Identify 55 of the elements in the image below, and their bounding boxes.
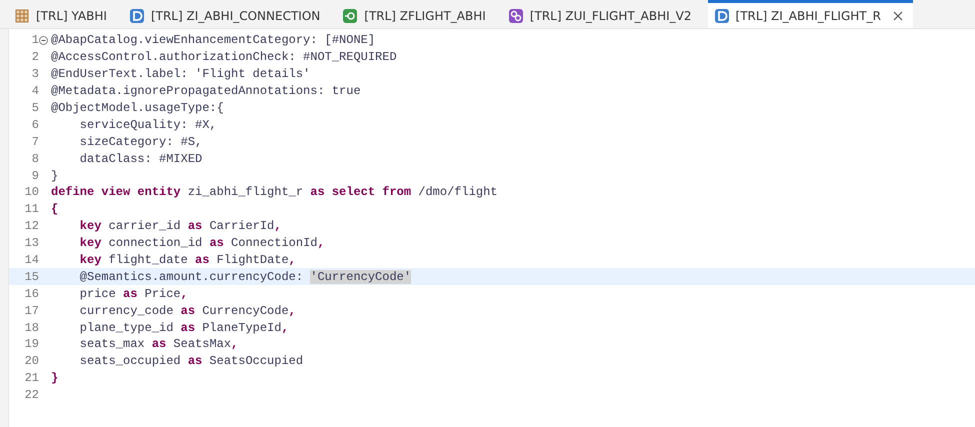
letter-d-icon (714, 8, 730, 24)
line-number: 8 (30, 152, 39, 166)
line-number: 2 (30, 50, 39, 64)
code-line: serviceQuality: #X, (78, 118, 217, 132)
editor-tab[interactable]: [TRL] ZFLIGHT_ABHI (336, 0, 496, 28)
code-line: plane_type_id as PlaneTypeId, (78, 320, 289, 335)
line-number: 1 (30, 33, 39, 48)
code-line: @AccessControl.authorizationCheck: #NOT_REQUIRED (51, 50, 397, 64)
line-number: 10 (24, 185, 39, 200)
collapse-icon[interactable] (39, 36, 48, 45)
line-number: 18 (24, 320, 39, 335)
code-line: @Semantics.amount.currencyCode: 'CurrencyCode' (78, 270, 412, 284)
binding-icon (508, 8, 524, 24)
code-line: @ObjectModel.usageType:{ (51, 101, 224, 115)
line-number: 11 (24, 202, 39, 216)
line-number: 22 (24, 388, 39, 402)
code-line: @EndUserText.label: 'Flight details' (51, 67, 310, 82)
code-line: } (51, 371, 58, 386)
code-line: } (51, 168, 58, 183)
code-line: sizeCategory: #S, (78, 134, 202, 149)
line-number: 3 (30, 67, 39, 82)
code-line: seats_occupied as SeatsOccupied (78, 354, 304, 368)
editor-tab[interactable]: [TRL] YABHI (8, 0, 117, 28)
letter-d-icon (128, 8, 145, 24)
code-line: currency_code as CurrencyCode, (78, 304, 296, 318)
line-number: 13 (24, 236, 39, 250)
line-number: 6 (30, 118, 39, 132)
editor-tab[interactable]: [TRL] ZI_ABHI_FLIGHT_R (708, 0, 913, 28)
line-number: 19 (24, 337, 39, 352)
line-number: 16 (24, 286, 39, 301)
line-number: 9 (30, 168, 39, 183)
line-number: 17 (24, 304, 39, 318)
code-line: { (51, 202, 58, 216)
code-line: key flight_date as FlightDate, (78, 253, 296, 268)
code-line: dataClass: #MIXED (78, 152, 202, 166)
code-line: seats_max as SeatsMax, (78, 337, 238, 352)
line-number: 4 (30, 84, 39, 98)
close-icon[interactable] (892, 10, 903, 20)
code-line: @Metadata.ignorePropagatedAnnotations: true (51, 84, 361, 98)
line-number: 15 (24, 270, 39, 284)
line-number: 21 (24, 371, 39, 386)
line-number: 5 (30, 101, 39, 115)
code-line: define view entity zi_abhi_flight_r as select from /dmo/flight (51, 185, 498, 200)
editor-tab[interactable]: [TRL] ZI_ABHI_CONNECTION (122, 0, 330, 28)
editor-tab[interactable]: [TRL] ZUI_FLIGHT_ABHI_V2 (502, 0, 702, 28)
line-number: 14 (24, 253, 39, 268)
line-number: 12 (24, 219, 39, 234)
table-icon (14, 8, 30, 24)
code-line: key connection_id as ConnectionId, (78, 236, 325, 250)
line-number: 7 (30, 134, 39, 149)
code-line: price as Price, (78, 286, 188, 301)
service-icon (342, 8, 358, 24)
line-number: 20 (24, 354, 39, 368)
code-line: key carrier_id as CarrierId, (78, 219, 282, 234)
code-line: @AbapCatalog.viewEnhancementCategory: [#NONE] (51, 33, 376, 48)
